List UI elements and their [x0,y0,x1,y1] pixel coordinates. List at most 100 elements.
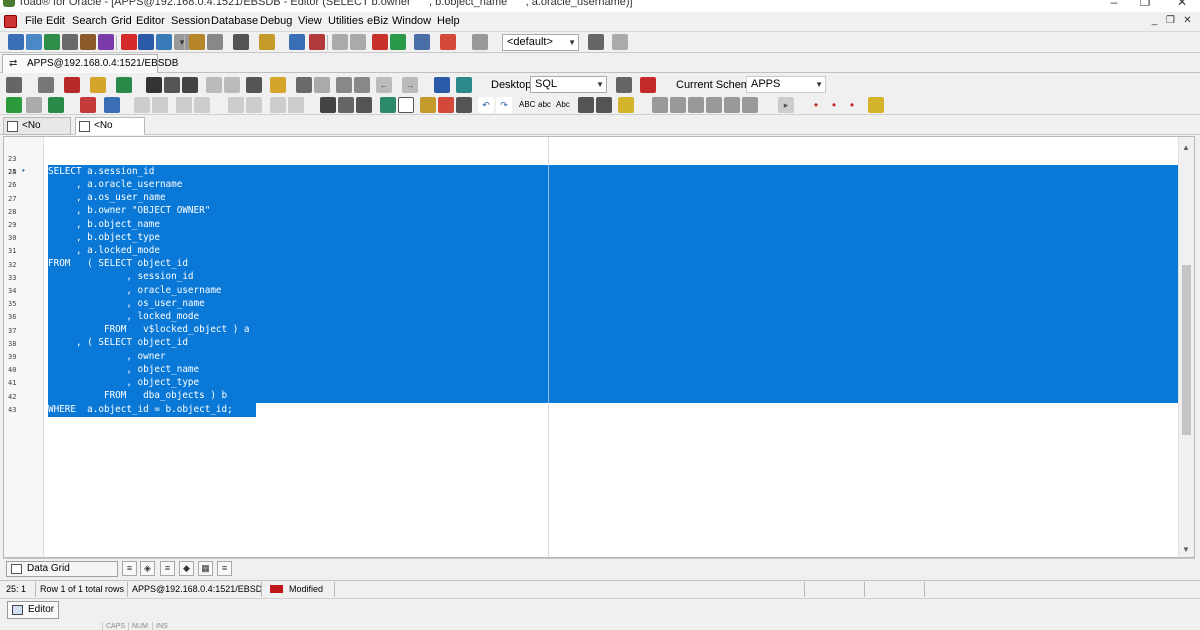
auto-trace-icon[interactable]: ≡ [217,561,232,576]
titlecase-button[interactable]: Abc [556,100,570,109]
commit-icon[interactable] [176,97,192,113]
editor-icon[interactable] [44,34,60,50]
configuration-combo[interactable]: <default> ▼ [502,34,579,51]
step-icon[interactable] [104,97,120,113]
doc-tab-2[interactable]: <No name> [75,117,145,147]
code-snippets-icon[interactable] [289,34,305,50]
wrench-icon[interactable] [612,34,628,50]
deploy-icon[interactable] [414,34,430,50]
menu-session[interactable]: Session [171,15,210,27]
tune-icon[interactable] [189,34,205,50]
compare-icon[interactable] [207,34,223,50]
desktop-settings-icon[interactable] [616,77,632,93]
document-icon[interactable] [4,15,17,28]
spool-icon[interactable] [156,34,172,50]
open-file-icon[interactable] [38,77,54,93]
highlight-icon[interactable] [270,77,286,93]
minimize-button[interactable]: – [1104,0,1124,9]
mdi-restore-button[interactable]: ❐ [1163,14,1178,28]
breakpoint-3-icon[interactable]: • [844,97,860,113]
highlighter-icon[interactable] [420,97,436,113]
schema-combo[interactable]: APPS ▼ [746,76,826,93]
paste-icon[interactable] [356,97,372,113]
doc-tab-1[interactable]: <No name> [3,117,71,147]
goto-line-icon[interactable] [434,77,450,93]
window-cascade-icon[interactable] [670,97,686,113]
indent-icon[interactable] [578,97,594,113]
format-icon[interactable] [438,97,454,113]
script-output-icon[interactable]: ≡ [160,561,175,576]
menu-ebiz[interactable]: eBiz [367,15,388,27]
replace-icon[interactable] [224,77,240,93]
window-list-icon[interactable] [688,97,704,113]
export-icon[interactable] [259,34,275,50]
clipboard-icon[interactable] [233,34,249,50]
menu-grid[interactable]: Grid [111,15,132,27]
split-icon[interactable] [314,77,330,93]
stop-icon[interactable] [26,97,42,113]
play-icon[interactable]: ▸ [778,97,794,113]
bookmark-icon[interactable] [270,97,286,113]
session-browser-icon[interactable] [62,34,78,50]
save-all-icon[interactable] [182,77,198,93]
scrollbar-thumb[interactable] [1182,265,1191,435]
layout-icon[interactable] [296,77,312,93]
new-connection-icon[interactable] [8,34,24,50]
menu-window[interactable]: Window [392,15,431,27]
back-arrow-icon[interactable]: ← [376,77,392,93]
debug-icon[interactable] [80,97,96,113]
comment-icon[interactable] [228,97,244,113]
scroll-up-icon[interactable]: ▲ [1182,143,1190,152]
save-icon[interactable] [146,77,162,93]
menu-file[interactable]: File [25,15,43,27]
explain-plan-icon[interactable]: ◈ [140,561,155,576]
menu-search[interactable]: Search [72,15,107,27]
undo-icon[interactable]: ↶ [478,97,494,113]
menu-help[interactable]: Help [437,15,460,27]
find-icon[interactable] [206,77,222,93]
scissors-icon[interactable] [456,97,472,113]
menu-utilities[interactable]: Utilities [328,15,363,27]
data-grid-tab[interactable]: Data Grid [6,561,118,577]
select-all-icon[interactable] [380,97,396,113]
restore-button[interactable]: ❐ [1135,0,1155,9]
erase-icon[interactable] [121,34,137,50]
menu-debug[interactable]: Debug [260,15,292,27]
project-manager-icon[interactable] [98,34,114,50]
brackets-icon[interactable] [152,97,168,113]
upload-icon[interactable] [372,34,388,50]
redo-icon[interactable]: ↷ [496,97,512,113]
gear-disabled-icon[interactable] [332,34,348,50]
desktop-delete-icon[interactable] [640,77,656,93]
cut-icon[interactable] [320,97,336,113]
dropdown-icon[interactable]: ▾ [174,34,190,50]
cancel-deploy-icon[interactable] [440,34,456,50]
menu-edit[interactable]: Edit [46,15,65,27]
window-tile-icon[interactable] [652,97,668,113]
mdi-close-button[interactable]: ✕ [1180,14,1195,28]
query-viewer-icon[interactable]: ▦ [198,561,213,576]
menu-view[interactable]: View [298,15,322,27]
close-file-icon[interactable] [64,77,80,93]
dbms-output-icon[interactable]: ≡ [122,561,137,576]
navigator-icon[interactable] [6,77,22,93]
dba-icon[interactable] [309,34,325,50]
settings-icon[interactable] [588,34,604,50]
mdi-minimize-button[interactable]: _ [1147,14,1162,28]
window-icon[interactable] [456,77,472,93]
macro-icon[interactable] [618,97,634,113]
editor-task-button[interactable]: Editor [7,601,59,619]
outdent-icon[interactable] [596,97,612,113]
menu-editor[interactable]: Editor [136,15,165,27]
rollback-icon[interactable] [194,97,210,113]
uppercase-button[interactable]: ABC [519,100,535,109]
sql-tracker-icon[interactable] [80,34,96,50]
window-arrange-icon[interactable] [724,97,740,113]
window-more-icon[interactable] [742,97,758,113]
vertical-scrollbar[interactable]: ▲ ▼ [1178,137,1194,557]
schema-browser-icon[interactable] [26,34,42,50]
breakpoint-icon[interactable]: • [808,97,824,113]
history-icon[interactable] [472,34,488,50]
sql-editor[interactable]: 23 24 25 26 27 28 29 30 31 32 33 34 35 3… [3,136,1195,558]
menu-database[interactable]: Database [211,15,258,27]
